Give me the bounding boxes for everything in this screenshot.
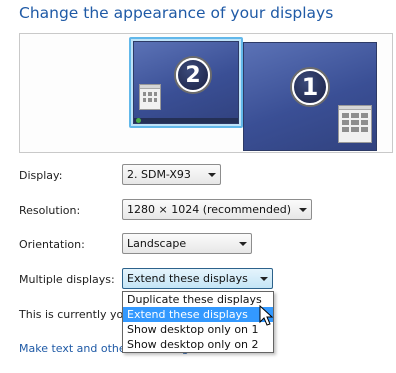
display-select-value: 2. SDM-X93 xyxy=(127,168,191,181)
chevron-down-icon xyxy=(239,241,247,246)
orientation-label: Orientation: xyxy=(19,238,85,251)
resolution-label: Resolution: xyxy=(19,204,81,217)
chevron-down-icon xyxy=(299,207,307,212)
page-title: Change the appearance of your displays xyxy=(19,4,334,22)
multiple-displays-dropdown-list: Duplicate these displays Extend these di… xyxy=(122,291,274,353)
chevron-down-icon xyxy=(208,172,216,177)
orientation-select[interactable]: Landscape xyxy=(122,233,252,254)
display-select[interactable]: 2. SDM-X93 xyxy=(122,164,221,185)
multiple-displays-select[interactable]: Extend these displays xyxy=(122,268,273,289)
dropdown-option-extend[interactable]: Extend these displays xyxy=(123,307,273,322)
info-text: This is currently you xyxy=(19,308,131,321)
monitor-2-number: 2 xyxy=(185,62,201,88)
window-icon xyxy=(338,105,372,143)
monitor-2-thumbnail[interactable]: 2 xyxy=(129,37,243,128)
dropdown-option-only-2[interactable]: Show desktop only on 2 xyxy=(123,337,273,352)
monitor-1-thumbnail[interactable]: 1 xyxy=(243,42,377,151)
mouse-pointer-icon xyxy=(259,305,274,326)
orientation-select-value: Landscape xyxy=(127,237,187,250)
resolution-select-value: 1280 × 1024 (recommended) xyxy=(127,203,292,216)
chevron-down-icon xyxy=(260,276,268,281)
dropdown-option-only-1[interactable]: Show desktop only on 1 xyxy=(123,322,273,337)
display-label: Display: xyxy=(19,169,63,182)
monitor-1-number: 1 xyxy=(301,73,319,101)
taskbar xyxy=(134,118,238,123)
multiple-displays-label: Multiple displays: xyxy=(19,273,115,286)
start-orb-icon xyxy=(136,118,141,123)
display-preview-area: 2 1 xyxy=(19,33,393,153)
monitor-number-badge: 1 xyxy=(290,67,330,107)
window-icon xyxy=(139,84,161,110)
dropdown-option-duplicate[interactable]: Duplicate these displays xyxy=(123,292,273,307)
multiple-displays-select-value: Extend these displays xyxy=(127,272,248,285)
monitor-number-badge: 2 xyxy=(174,56,212,94)
resolution-select[interactable]: 1280 × 1024 (recommended) xyxy=(122,199,312,220)
